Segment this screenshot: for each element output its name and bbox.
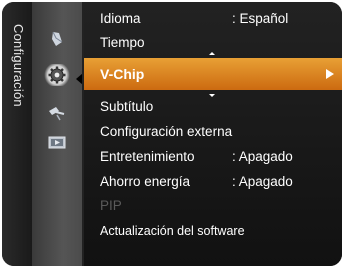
- setup-gear-icon[interactable]: [44, 64, 70, 86]
- menu-item-label: PIP: [100, 198, 122, 213]
- menu-item-label: Entretenimiento: [100, 149, 195, 164]
- section-label-bar: Configuración: [2, 2, 32, 266]
- category-icon-column: [32, 2, 84, 266]
- menu-item-actualizacion-software[interactable]: Actualización del software: [100, 220, 342, 242]
- menu-item-value: : Español: [232, 11, 289, 26]
- menu-list: Idioma : Español Tiempo V-Chip Subtítulo…: [84, 2, 342, 266]
- satellite-antenna-icon[interactable]: [44, 102, 70, 124]
- menu-item-entretenimiento[interactable]: Entretenimiento : Apagado: [100, 146, 342, 168]
- menu-item-label: Ahorro energía: [100, 174, 191, 189]
- menu-item-ahorro-energia[interactable]: Ahorro energía : Apagado: [100, 171, 342, 193]
- menu-item-value: : Apagado: [232, 149, 293, 164]
- menu-item-label: Idioma: [100, 11, 141, 26]
- menu-item-label: Configuración externa: [100, 124, 233, 139]
- input-source-icon[interactable]: [44, 132, 70, 154]
- menu-item-tiempo[interactable]: Tiempo: [100, 32, 342, 54]
- section-title: Configuración: [11, 24, 26, 107]
- picture-icon[interactable]: [44, 28, 70, 50]
- menu-item-label: Subtítulo: [100, 99, 154, 114]
- screen: Configuración Idioma: Español Tiempo V-…: [0, 0, 344, 270]
- menu-item-idioma[interactable]: Idioma : Español: [100, 8, 342, 30]
- menu-item-label: V-Chip: [100, 66, 145, 82]
- menu-item-label: Actualización del software: [100, 224, 245, 238]
- setup-menu-panel: Configuración Idioma: Español Tiempo V-…: [2, 2, 342, 266]
- menu-item-value: : Apagado: [232, 174, 293, 189]
- menu-item-label: Tiempo: [100, 35, 145, 50]
- menu-item-v-chip[interactable]: V-Chip: [84, 58, 342, 90]
- menu-item-configuracion-externa[interactable]: Configuración externa: [100, 121, 342, 143]
- menu-item-pip: PIP: [100, 195, 342, 217]
- menu-item-subtitulo[interactable]: Subtítulo: [100, 96, 342, 118]
- submenu-arrow-icon: [326, 69, 334, 79]
- scroll-up-icon: [209, 52, 215, 55]
